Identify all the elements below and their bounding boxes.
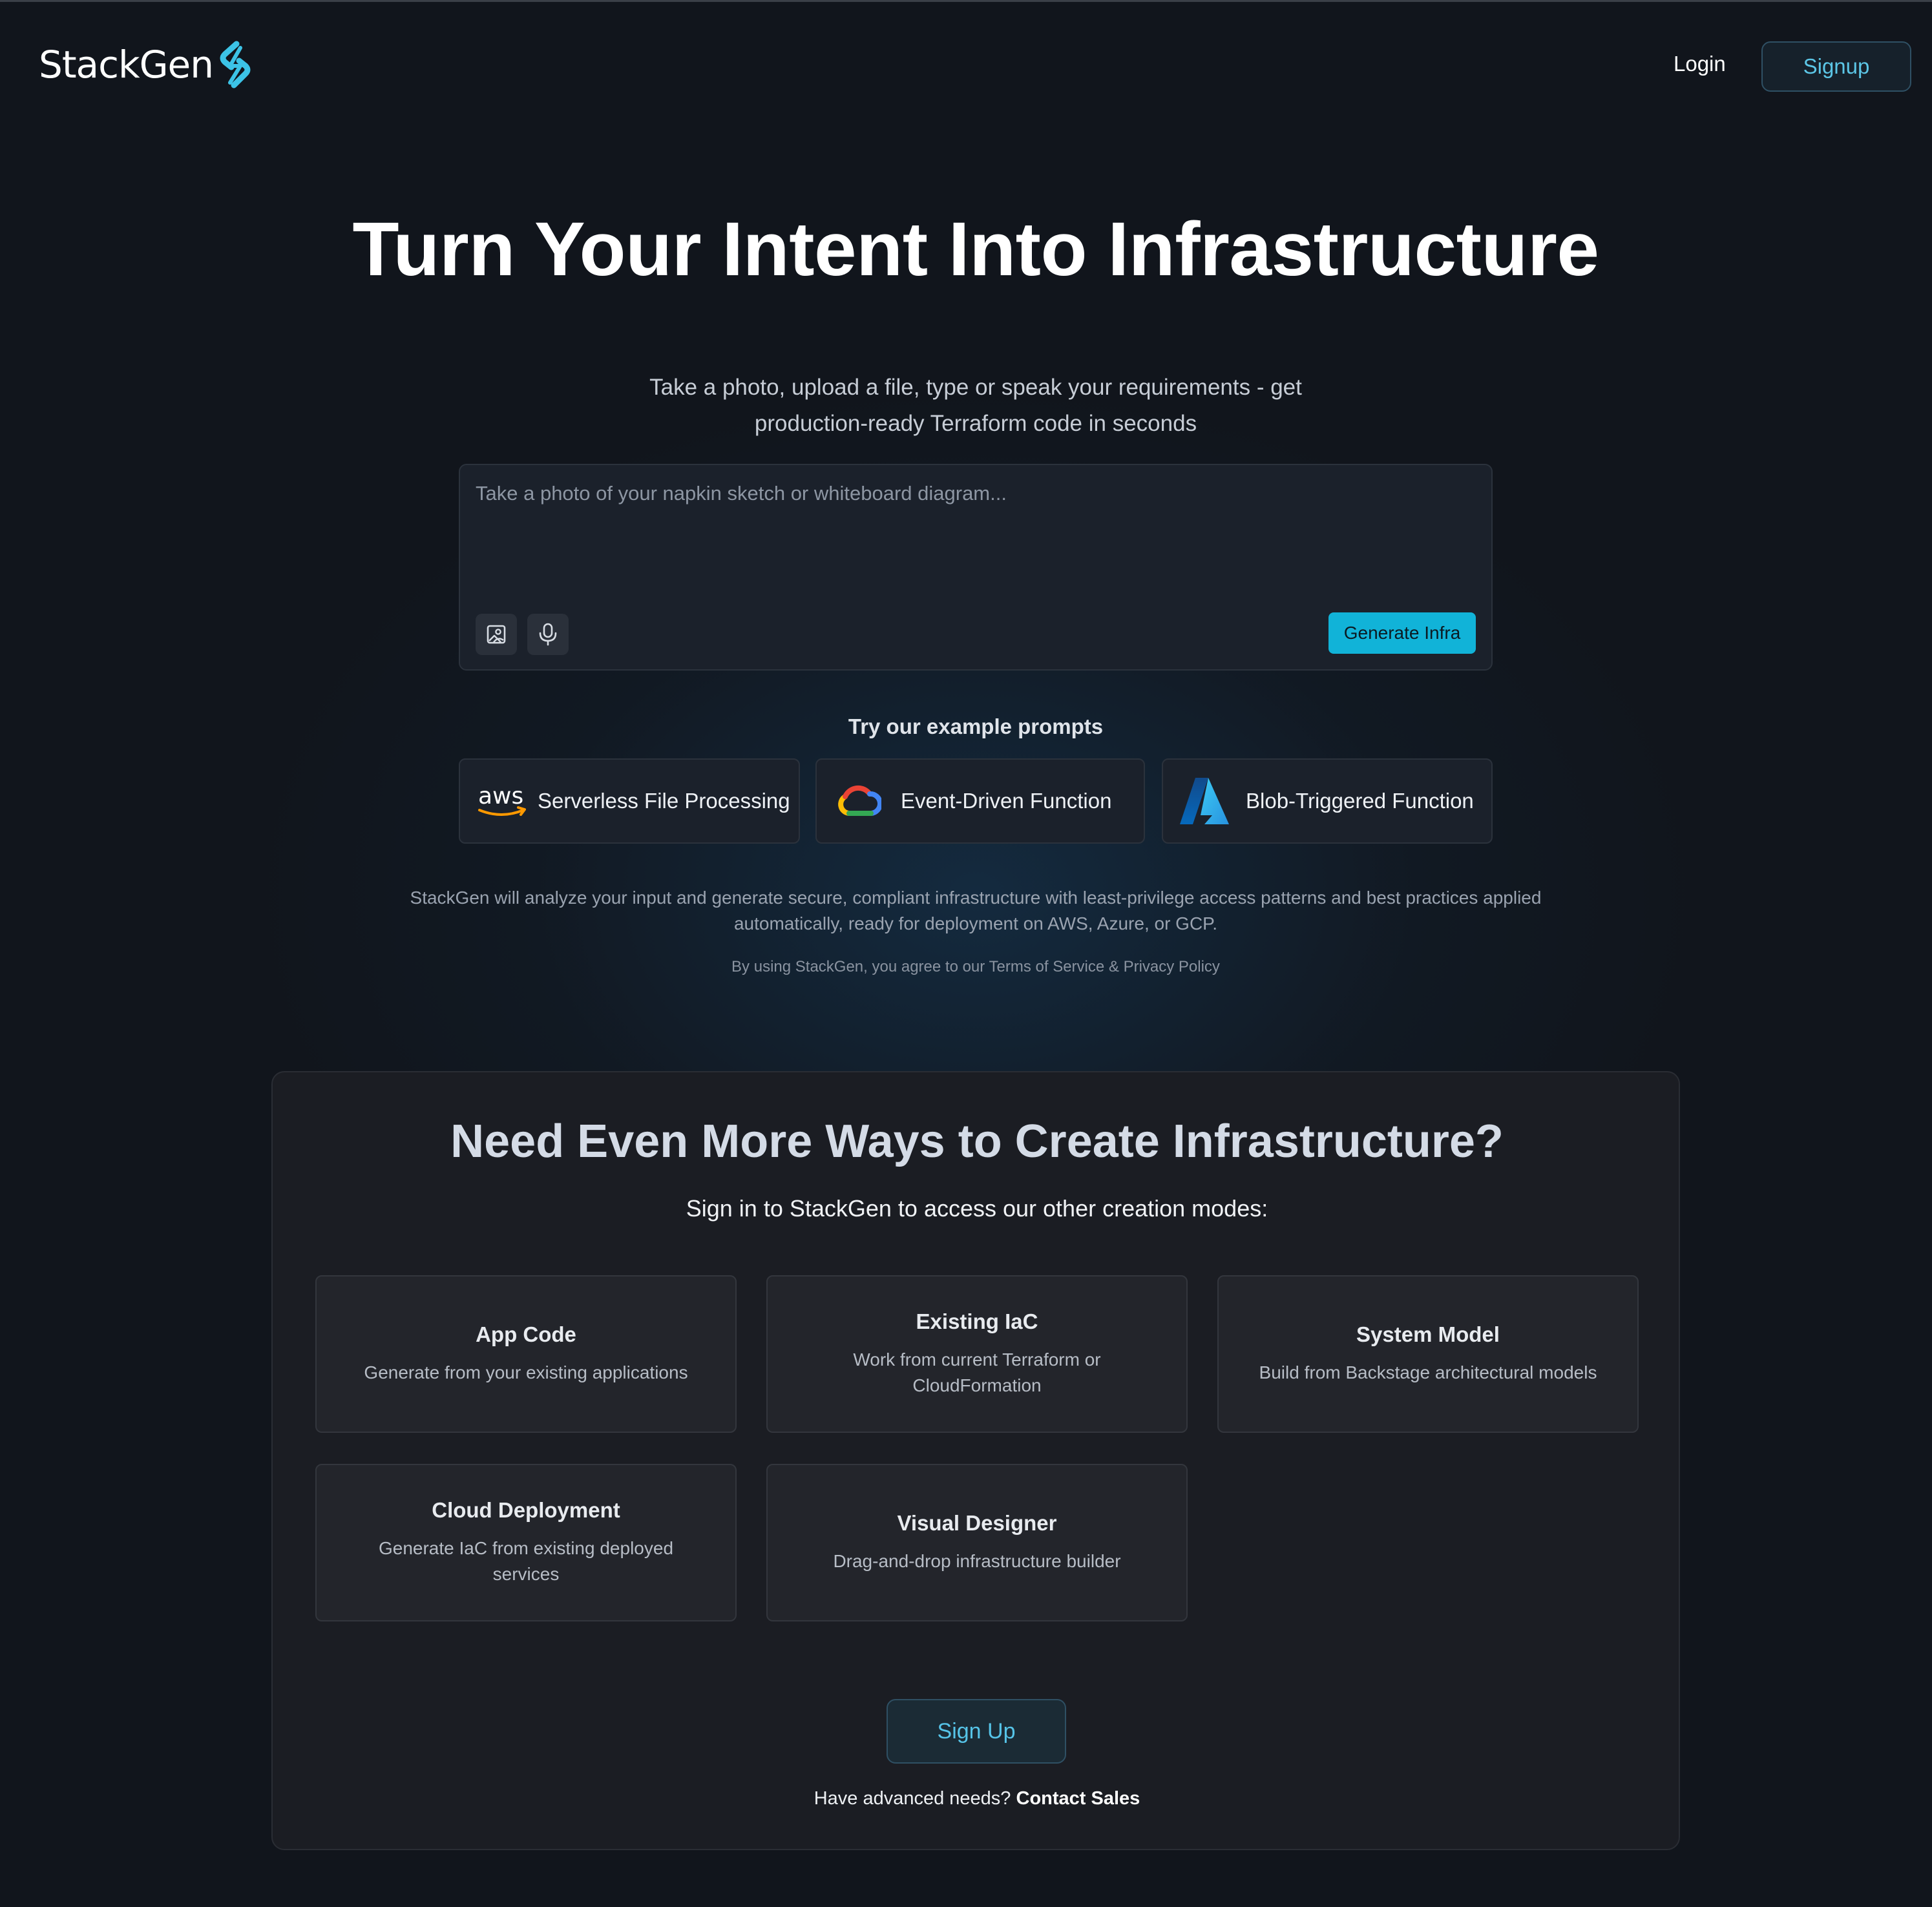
contact-line: Have advanced needs? Contact Sales	[273, 1788, 1681, 1809]
mode-card-app-code[interactable]: App Code Generate from your existing app…	[315, 1275, 737, 1433]
hero-subtitle: Take a photo, upload a file, type or spe…	[578, 370, 1373, 442]
hero-title: Turn Your Intent Into Infrastructure	[352, 207, 1600, 292]
mode-description: Drag-and-drop infrastructure builder	[833, 1551, 1121, 1571]
more-ways-panel: Need Even More Ways to Create Infrastruc…	[271, 1071, 1680, 1850]
image-upload-icon	[487, 625, 506, 644]
mode-title: System Model	[1356, 1322, 1500, 1346]
microphone-button[interactable]	[527, 614, 569, 655]
login-link[interactable]: Login	[1674, 52, 1726, 76]
example-prompt-label: Blob-Triggered Function	[1246, 789, 1474, 813]
mode-title: Visual Designer	[897, 1511, 1057, 1535]
more-ways-title: Need Even More Ways to Create Infrastruc…	[450, 1116, 1504, 1167]
more-ways-subtitle: Sign in to StackGen to access our other …	[686, 1195, 1268, 1222]
mode-title: App Code	[476, 1322, 576, 1346]
analyze-line-2: automatically, ready for deployment on A…	[733, 913, 1218, 933]
generate-infra-button[interactable]: Generate Infra	[1328, 612, 1476, 654]
mode-card-system-model[interactable]: System Model Build from Backstage archit…	[1217, 1275, 1639, 1433]
contact-prefix: Have advanced needs?	[814, 1788, 1011, 1809]
mode-description: Generate IaC from existing deployed serv…	[378, 1538, 674, 1584]
analyze-line-1: StackGen will analyze your input and gen…	[410, 888, 1542, 908]
terms-notice[interactable]: By using StackGen, you agree to our Term…	[0, 958, 1932, 976]
example-prompt-azure[interactable]: Blob-Triggered Function	[1162, 758, 1493, 844]
mode-description: Work from current Terraform or CloudForm…	[853, 1349, 1101, 1395]
microphone-icon	[539, 623, 557, 646]
analyze-description: StackGen will analyze your input and gen…	[388, 885, 1564, 937]
prompt-input[interactable]	[476, 482, 1471, 598]
example-prompt-label: Serverless File Processing	[538, 789, 790, 813]
example-prompt-gcp[interactable]: Event-Driven Function	[815, 758, 1145, 844]
panel-signup-button[interactable]: Sign Up	[887, 1699, 1066, 1764]
site-header: StackGen Login Signup	[0, 0, 1932, 129]
mode-description: Generate from your existing applications	[364, 1362, 688, 1382]
hero-subtitle-line-2: production-ready Terraform code in secon…	[754, 411, 1197, 436]
aws-logo-text: aws	[478, 783, 523, 809]
example-prompts-title: Try our example prompts	[848, 714, 1104, 738]
google-cloud-logo-icon	[838, 785, 881, 816]
logo-text: StackGen	[39, 43, 214, 87]
example-prompt-aws[interactable]: aws Serverless File Processing	[459, 758, 800, 844]
mode-title: Existing IaC	[916, 1309, 1038, 1333]
aws-logo-icon: aws	[478, 783, 526, 816]
mode-card-cloud-deployment[interactable]: Cloud Deployment Generate IaC from exist…	[315, 1464, 737, 1621]
header-signup-button[interactable]: Signup	[1761, 41, 1911, 92]
hero-subtitle-line-1: Take a photo, upload a file, type or spe…	[649, 375, 1302, 400]
mode-card-visual-designer[interactable]: Visual Designer Drag-and-drop infrastruc…	[766, 1464, 1188, 1621]
stackgen-logo[interactable]: StackGen	[39, 40, 253, 89]
mode-card-existing-iac[interactable]: Existing IaC Work from current Terraform…	[766, 1275, 1188, 1433]
mode-description: Build from Backstage architectural model…	[1259, 1362, 1597, 1382]
contact-sales-link[interactable]: Contact Sales	[1016, 1788, 1140, 1809]
azure-logo-icon	[1180, 778, 1229, 824]
example-prompt-label: Event-Driven Function	[901, 789, 1112, 813]
image-upload-button[interactable]	[476, 614, 517, 655]
stackgen-logo-mark-icon	[220, 41, 251, 89]
mode-title: Cloud Deployment	[432, 1498, 620, 1522]
prompt-box: Generate Infra	[459, 464, 1493, 671]
